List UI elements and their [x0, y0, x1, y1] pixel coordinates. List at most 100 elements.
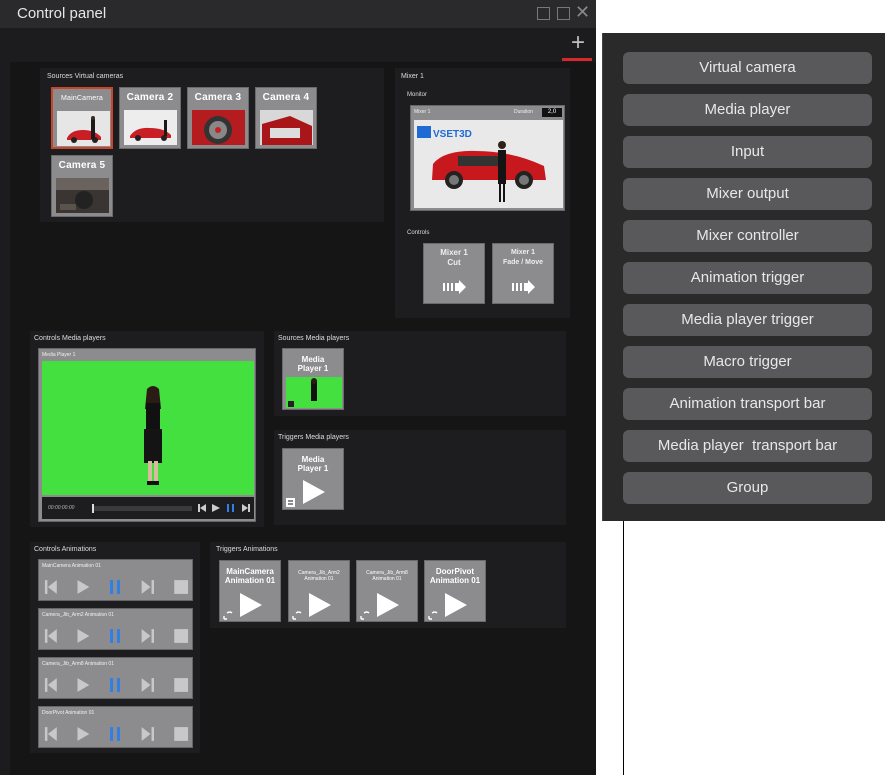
trigger-label-line2: Animation 01: [304, 576, 334, 582]
maximize-button[interactable]: [557, 7, 570, 20]
animation-label: DoorPivot Animation 01: [42, 710, 95, 716]
trigger-label-line1: Media: [301, 455, 325, 464]
skip-forward-icon[interactable]: [242, 503, 250, 513]
camera-thumbnail: [192, 110, 245, 145]
media-trigger-button[interactable]: Media Player 1: [282, 448, 344, 510]
animation-transport[interactable]: [39, 575, 192, 599]
pause-icon[interactable]: [227, 503, 235, 513]
animation-transport[interactable]: [39, 624, 192, 648]
media-triggers-title: Triggers Media players: [278, 434, 349, 441]
duration-field[interactable]: 2,0: [542, 108, 562, 117]
menu-item-animation-trigger[interactable]: Animation trigger: [623, 262, 872, 294]
trigger-label-line1: DoorPivot: [435, 567, 475, 576]
menu-item-media-player-transport-bar[interactable]: Media player transport bar: [623, 430, 872, 462]
animation-control-doorpivot: DoorPivot Animation 01: [38, 706, 193, 748]
close-icon[interactable]: ✕: [575, 3, 590, 21]
play-icon: [240, 593, 262, 617]
logo-text: VSET3D: [433, 129, 472, 140]
media-player-1: Media Player 1 00:00:00:00: [38, 348, 256, 522]
menu-item-media-player[interactable]: Media player: [623, 94, 872, 126]
cut-arrow-icon: [443, 280, 466, 294]
fade-label-line1: Mixer 1: [510, 249, 536, 256]
animation-transport[interactable]: [39, 722, 192, 746]
trigger-label-line1: MainCamera: [226, 567, 274, 576]
animation-trigger-maincamera[interactable]: MainCamera Animation 01: [219, 560, 281, 622]
path-icon: [292, 611, 302, 620]
menu-item-group[interactable]: Group: [623, 472, 872, 504]
camera-button-3[interactable]: Camera 3: [187, 87, 249, 149]
menu-item-input[interactable]: Input: [623, 136, 872, 168]
player-timecode: 00:00:00:00: [48, 505, 75, 511]
animation-transport[interactable]: [39, 673, 192, 697]
animation-control-jib-arm8: Camera_Jib_Arm8 Animation 01: [38, 657, 193, 699]
play-icon: [445, 593, 467, 617]
path-icon: [360, 611, 370, 620]
add-element-menu: Virtual camera Media player Input Mixer …: [602, 33, 885, 521]
camera-thumbnail: [124, 110, 177, 145]
animation-label: Camera_Jib_Arm8 Animation 01: [42, 661, 114, 667]
camera-thumbnail: [57, 111, 110, 146]
player-label: Media Player 1: [42, 352, 76, 358]
menu-item-media-player-trigger[interactable]: Media player trigger: [623, 304, 872, 336]
menu-item-macro-trigger[interactable]: Macro trigger: [623, 346, 872, 378]
source-label-line1: Media: [301, 355, 325, 364]
minimize-button[interactable]: [537, 7, 550, 20]
path-icon: [223, 611, 233, 620]
mixer-fade-move-button[interactable]: Mixer 1 Fade / Move: [492, 243, 554, 304]
menu-item-mixer-output[interactable]: Mixer output: [623, 178, 872, 210]
skip-back-icon[interactable]: [198, 503, 206, 513]
cut-label-line2: Cut: [447, 258, 461, 267]
fade-label-line2: Fade / Move: [502, 259, 544, 266]
window-title: Control panel: [17, 5, 107, 22]
camera-button-maincamera[interactable]: MainCamera: [51, 87, 113, 149]
play-icon: [303, 480, 325, 504]
animation-control-jib-arm2: Camera_Jib_Arm2 Animation 01: [38, 608, 193, 650]
divider-line: [623, 521, 624, 775]
camera-button-4[interactable]: Camera 4: [255, 87, 317, 149]
animation-control-maincamera: MainCamera Animation 01: [38, 559, 193, 601]
play-icon[interactable]: [212, 503, 220, 513]
animation-label: MainCamera Animation 01: [42, 563, 101, 569]
trigger-label-line2: Player 1: [297, 464, 329, 473]
camera-thumbnail: [56, 178, 109, 213]
media-source-button[interactable]: Media Player 1: [282, 348, 344, 410]
play-icon: [309, 593, 331, 617]
media-sources-title: Sources Media players: [278, 335, 350, 342]
mixer-title: Mixer 1: [401, 73, 424, 80]
camera-thumbnail: [260, 110, 313, 145]
menu-item-mixer-controller[interactable]: Mixer controller: [623, 220, 872, 252]
player-seek-track[interactable]: [92, 506, 192, 511]
media-source-thumbnail: [286, 377, 342, 408]
animation-trigger-jib-arm8[interactable]: Camera_Jib_Arm8 Animation 01: [356, 560, 418, 622]
camera-label: Camera 5: [58, 160, 106, 171]
media-controls-title: Controls Media players: [34, 335, 106, 342]
camera-button-2[interactable]: Camera 2: [119, 87, 181, 149]
player-seek-handle[interactable]: [92, 504, 94, 513]
camera-label: Camera 2: [126, 92, 174, 103]
add-button-underline: [562, 58, 592, 61]
animation-label: Camera_Jib_Arm2 Animation 01: [42, 612, 114, 618]
camera-button-5[interactable]: Camera 5: [51, 155, 113, 217]
animation-triggers-title: Triggers Animations: [216, 546, 278, 553]
menu-item-animation-transport-bar[interactable]: Animation transport bar: [623, 388, 872, 420]
animation-trigger-doorpivot[interactable]: DoorPivot Animation 01: [424, 560, 486, 622]
monitor-title: Monitor: [407, 92, 428, 98]
mixer-controls-title: Controls: [407, 230, 430, 236]
animation-trigger-jib-arm2[interactable]: Camera_Jib_Arm2 Animation 01: [288, 560, 350, 622]
camera-label: Camera 3: [194, 92, 242, 103]
trigger-label-line2: Animation 01: [372, 576, 402, 582]
camera-label: MainCamera: [60, 95, 104, 102]
player-screen: [42, 361, 254, 495]
mixer-monitor: Mixer 1 Duration 2,0 VSET3D: [410, 105, 565, 211]
control-panel-window: Control panel ✕ + Sources Virtual camera…: [0, 0, 596, 775]
menu-item-virtual-camera[interactable]: Virtual camera: [623, 52, 872, 84]
play-icon: [377, 593, 399, 617]
path-icon: [428, 611, 438, 620]
monitor-image: VSET3D: [414, 120, 563, 208]
trigger-label-line2: Animation 01: [429, 576, 481, 585]
fade-arrow-icon: [512, 280, 535, 294]
title-bar: Control panel ✕: [0, 0, 596, 28]
mixer-cut-button[interactable]: Mixer 1 Cut: [423, 243, 485, 304]
plus-icon[interactable]: +: [567, 31, 589, 56]
trigger-label-line2: Animation 01: [224, 576, 276, 585]
